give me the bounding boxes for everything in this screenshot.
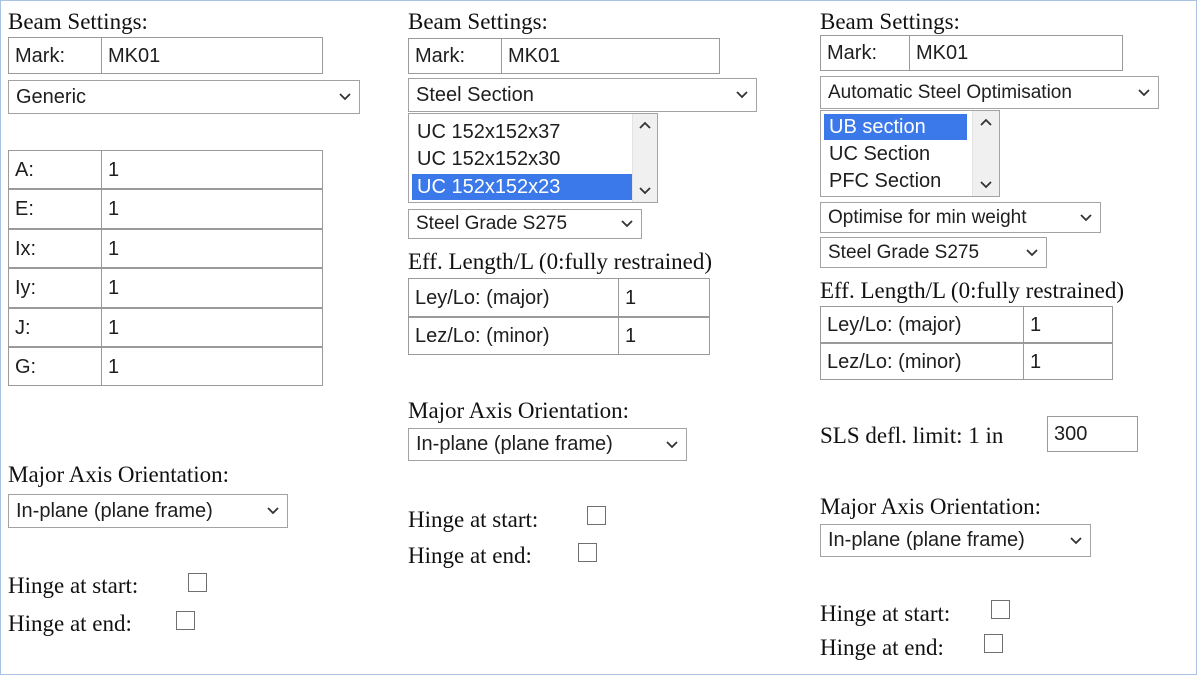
ley-input[interactable]: 1 [1023,306,1113,343]
beam-type-value: Generic [16,85,87,108]
major-axis-heading: Major Axis Orientation: [820,494,1042,519]
hinge-start-checkbox[interactable] [587,506,606,525]
mark-label: Mark: [820,35,909,71]
scroll-up-icon[interactable] [973,111,999,133]
listbox-scrollbar[interactable] [632,114,657,202]
hinge-end-label: Hinge at end: [8,611,132,636]
lez-label: Lez/Lo: (minor) [408,317,618,355]
section-type-option[interactable]: UC Section [824,141,967,167]
mark-input[interactable]: MK01 [909,35,1123,71]
beam-settings-heading: Beam Settings: [820,9,960,34]
beam-type-value: Steel Section [416,83,534,106]
lez-input[interactable]: 1 [618,317,710,355]
chevron-down-icon [736,89,748,101]
hinge-start-label: Hinge at start: [8,573,139,598]
steel-grade-value: Steel Grade S275 [828,241,980,263]
mark-label: Mark: [8,37,101,74]
lez-label: Lez/Lo: (minor) [820,343,1023,380]
ley-input[interactable]: 1 [618,278,710,317]
prop-input-a[interactable]: 1 [101,150,323,189]
chevron-down-icon [339,91,351,103]
eff-length-heading: Eff. Length/L (0:fully restrained) [408,249,713,274]
beam-type-select[interactable]: Steel Section [408,78,757,112]
section-type-listbox[interactable]: UB section UC Section PFC Section [820,110,1000,197]
mark-input[interactable]: MK01 [501,38,720,74]
prop-input-iy[interactable]: 1 [101,268,323,308]
orientation-value: In-plane (plane frame) [828,529,1025,551]
orientation-value: In-plane (plane frame) [16,499,213,522]
chevron-down-icon [1070,535,1082,547]
optimise-select[interactable]: Optimise for min weight [820,202,1101,233]
orientation-select[interactable]: In-plane (plane frame) [820,524,1091,557]
sls-limit-input[interactable]: 300 [1047,416,1138,452]
beam-type-select[interactable]: Automatic Steel Optimisation [820,76,1159,109]
beam-type-value: Automatic Steel Optimisation [828,81,1072,103]
hinge-start-label: Hinge at start: [820,601,951,626]
beam-settings-heading: Beam Settings: [8,9,148,34]
prop-input-e[interactable]: 1 [101,189,323,229]
prop-input-j[interactable]: 1 [101,308,323,347]
orientation-value: In-plane (plane frame) [416,433,613,455]
orientation-select[interactable]: In-plane (plane frame) [408,428,687,461]
chevron-down-icon [1080,212,1092,224]
section-option-selected[interactable]: UC 152x152x23 [412,174,633,200]
section-type-option[interactable]: PFC Section [824,168,967,194]
chevron-down-icon [1138,87,1150,99]
section-option[interactable]: UC 152x152x30 [412,146,633,172]
prop-input-g[interactable]: 1 [101,347,323,386]
section-option[interactable]: UC 152x152x37 [412,119,633,145]
beam-settings-heading: Beam Settings: [408,9,548,34]
scroll-up-icon[interactable] [633,114,657,136]
prop-label-ix: Ix: [8,229,101,268]
prop-label-iy: Iy: [8,268,101,308]
steel-grade-value: Steel Grade S275 [416,213,568,234]
optimise-value: Optimise for min weight [828,206,1027,228]
prop-label-e: E: [8,189,101,229]
hinge-start-label: Hinge at start: [408,507,539,532]
steel-grade-select[interactable]: Steel Grade S275 [820,237,1047,268]
mark-label: Mark: [408,38,501,74]
scroll-down-icon[interactable] [973,174,999,196]
scroll-down-icon[interactable] [633,180,657,202]
section-type-option-selected[interactable]: UB section [824,114,967,140]
prop-label-j: J: [8,308,101,347]
sls-limit-label: SLS defl. limit: 1 in [820,423,1004,448]
chevron-down-icon [621,218,633,230]
chevron-down-icon [666,439,678,451]
hinge-end-checkbox[interactable] [578,543,597,562]
prop-label-g: G: [8,347,101,386]
hinge-end-label: Hinge at end: [820,635,944,660]
hinge-end-checkbox[interactable] [984,634,1003,653]
section-listbox[interactable]: UC 152x152x37 UC 152x152x30 UC 152x152x2… [408,113,658,203]
hinge-end-checkbox[interactable] [176,611,195,630]
chevron-down-icon [1026,247,1038,259]
prop-input-ix[interactable]: 1 [101,229,323,268]
lez-input[interactable]: 1 [1023,343,1113,380]
hinge-start-checkbox[interactable] [188,573,207,592]
hinge-end-label: Hinge at end: [408,543,532,568]
orientation-select[interactable]: In-plane (plane frame) [8,494,288,528]
beam-type-select[interactable]: Generic [8,80,360,114]
major-axis-heading: Major Axis Orientation: [408,398,630,423]
hinge-start-checkbox[interactable] [991,600,1010,619]
eff-length-heading: Eff. Length/L (0:fully restrained) [820,278,1125,303]
prop-label-a: A: [8,150,101,189]
listbox-scrollbar[interactable] [972,111,999,196]
steel-grade-select[interactable]: Steel Grade S275 [408,209,642,239]
ley-label: Ley/Lo: (major) [408,278,618,317]
mark-input[interactable]: MK01 [101,37,323,74]
major-axis-heading: Major Axis Orientation: [8,462,230,487]
chevron-down-icon [267,505,279,517]
ley-label: Ley/Lo: (major) [820,306,1023,343]
